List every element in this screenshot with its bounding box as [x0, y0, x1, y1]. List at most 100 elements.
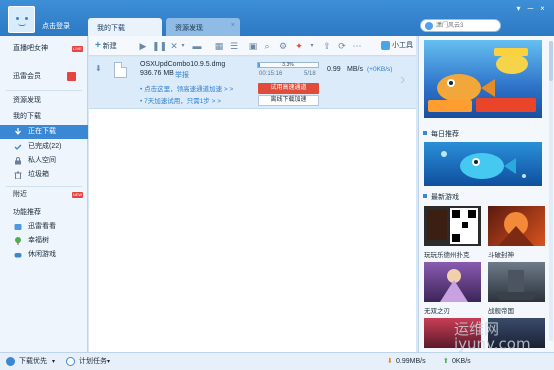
new-task-button[interactable]: + 新建 [95, 40, 117, 52]
schedule-task-button[interactable]: 计划任务 [79, 357, 107, 367]
priority-dropdown-icon[interactable]: ▾ [52, 357, 55, 367]
daily-art [441, 151, 526, 179]
close-tab-icon[interactable]: × [231, 22, 235, 29]
sidebar-item-happy-tree[interactable]: 幸福树 [0, 234, 88, 248]
properties-icon[interactable]: ▣ [248, 41, 258, 51]
gift-icon [67, 72, 76, 81]
minimize-button[interactable]: ─ [526, 4, 535, 13]
game-thumb-5[interactable] [424, 318, 481, 348]
sidebar-item-trash[interactable]: 垃圾箱 [0, 168, 88, 182]
vip-dropdown-icon[interactable]: ▾ [307, 41, 317, 51]
download-priority-button[interactable]: 下载优先 [19, 357, 47, 367]
live-badge: LIVE [72, 46, 83, 52]
play-icon[interactable]: ▶ [138, 41, 148, 51]
refresh-icon[interactable]: ⟳ [337, 41, 347, 51]
folder-icon[interactable]: ▬ [192, 41, 202, 51]
sidebar-item-recommend[interactable]: 功能推荐 [0, 206, 88, 220]
sidebar-item-label: 我的下载 [13, 113, 41, 120]
list-icon[interactable]: ☰ [229, 41, 239, 51]
new-task-label: 新建 [102, 43, 117, 50]
avatar-eye [16, 17, 19, 20]
tab-resource-discovery[interactable]: 资源发现 × [166, 18, 240, 36]
close-button[interactable]: × [538, 4, 547, 13]
accelerate-tip-link[interactable]: • 点击这里，领高速通道加速 > > [140, 83, 233, 93]
trial-accelerate-button[interactable]: 试用高速通道 [258, 83, 319, 94]
sidebar-item-discovery[interactable]: 资源发现 [0, 94, 88, 108]
download-list: ⬇ OSXUpdCombo10.9.5.dmg 936.76 MB 举报 • 点… [89, 57, 416, 352]
game-thumb-6[interactable] [488, 318, 545, 348]
tree-icon [14, 237, 22, 245]
game-thumb-texas-poker[interactable] [424, 206, 481, 246]
search-box[interactable] [420, 19, 501, 32]
trial-tip-link[interactable]: • 7天加速试用，只需1步 > > [140, 95, 221, 105]
sidebar-item-my-downloads[interactable]: 我的下载 [0, 110, 88, 124]
login-link[interactable]: 点击登录 [42, 21, 70, 31]
delete-dropdown-icon[interactable]: ▾ [178, 41, 188, 51]
right-panel: 每日推荐 最新游戏 玩玩乐德州扑克 斗破封神 无双之刃 战舰帝国 [418, 36, 554, 352]
scrollbar-thumb[interactable] [549, 41, 553, 81]
toolbar: + 新建 ▶ ❚❚ ✕ ▾ ▬ ▦ ☰ ▣ ⌕ ⚙ ✦ ▾ ⇪ ⟳ ⋯ 小工具 [89, 36, 416, 56]
game-label[interactable]: 斗破封神 [488, 249, 514, 259]
tab-my-downloads[interactable]: 我的下载 [88, 18, 162, 36]
toolbox-button[interactable]: 小工具 [392, 40, 413, 52]
toolbox-icon [381, 41, 390, 50]
game-label[interactable]: 玩玩乐德州扑克 [424, 249, 470, 259]
daily-recommend-heading: 每日推荐 [423, 129, 459, 139]
sidebar-item-label: 直播吧女神 [13, 45, 48, 52]
speed-increment: (+0KB/s) [367, 66, 393, 73]
sidebar-item-live[interactable]: 直播吧女神 LIVE [0, 42, 88, 56]
download-arrow-icon: ⬇ [95, 64, 102, 73]
game-art [427, 208, 478, 244]
heading-dot [423, 131, 427, 135]
sidebar-item-label: 资源发现 [13, 97, 41, 104]
more-icon[interactable]: ⋯ [352, 41, 362, 51]
offline-download-button[interactable]: 离线下载加速 [258, 95, 319, 106]
banner-ad[interactable] [424, 40, 542, 118]
settings-icon[interactable]: ⚙ [278, 41, 288, 51]
divider [6, 90, 82, 91]
gamepad-icon [14, 251, 22, 259]
schedule-dropdown-icon[interactable]: ▾ [107, 357, 110, 367]
game-art [494, 270, 539, 300]
right-panel-scrollbar[interactable] [549, 41, 553, 341]
search-icon[interactable]: ⌕ [262, 41, 272, 51]
sidebar-item-completed[interactable]: 已完成(22) [0, 140, 88, 154]
report-link[interactable]: 举报 [175, 70, 189, 80]
game-label[interactable]: 无双之刃 [424, 305, 450, 315]
sidebar-item-label: 迅雷会员 [13, 73, 41, 80]
sidebar-item-label: 正在下载 [28, 128, 56, 135]
game-thumb-wushuang[interactable] [424, 262, 481, 302]
daily-recommend-image[interactable] [424, 142, 542, 186]
game-label[interactable]: 战舰帝国 [488, 305, 514, 315]
sidebar-item-nearby[interactable]: 附近 NEW [0, 188, 88, 202]
vip-icon[interactable]: ✦ [294, 41, 304, 51]
skin-icon[interactable]: ▾ [514, 4, 523, 13]
lock-icon [14, 157, 22, 165]
game-thumb-warship[interactable] [488, 262, 545, 302]
heading-dot [423, 194, 427, 198]
sidebar-item-vip[interactable]: 迅雷会员 [0, 70, 88, 84]
pause-icon[interactable]: ❚❚ [152, 41, 167, 51]
download-speed: 0.99 [327, 66, 341, 73]
sidebar-item-label: 休闲游戏 [28, 251, 56, 258]
sidebar-item-label: 已完成(22) [28, 143, 62, 150]
sidebar-item-label: 迅雷看看 [28, 223, 56, 230]
search-input[interactable] [436, 21, 496, 31]
status-bar: 下载优先 ▾ 计划任务 ▾ ⬇ 0.99MB/s ⬆ 0KB/s [0, 352, 554, 370]
task-row[interactable]: ⬇ OSXUpdCombo10.9.5.dmg 936.76 MB 举报 • 点… [89, 57, 416, 109]
sidebar-item-kankan[interactable]: 迅雷看看 [0, 220, 88, 234]
share-icon[interactable]: ⇪ [322, 41, 332, 51]
sidebar-item-label: 功能推荐 [13, 209, 41, 216]
sidebar-item-downloading[interactable]: 正在下载 [0, 125, 88, 139]
avatar[interactable] [8, 6, 35, 33]
sidebar-item-casual-games[interactable]: 休闲游戏 [0, 248, 88, 262]
expand-chevron-icon[interactable]: › [400, 71, 405, 89]
kankan-icon [14, 223, 22, 231]
tab-label: 我的下载 [97, 25, 125, 32]
check-icon [14, 143, 22, 151]
game-thumb-doupo[interactable] [488, 206, 545, 246]
file-name: OSXUpdCombo10.9.5.dmg [140, 61, 226, 68]
file-icon [114, 62, 127, 78]
sidebar-item-private-space[interactable]: 私人空间 [0, 154, 88, 168]
grid-icon[interactable]: ▦ [214, 41, 224, 51]
